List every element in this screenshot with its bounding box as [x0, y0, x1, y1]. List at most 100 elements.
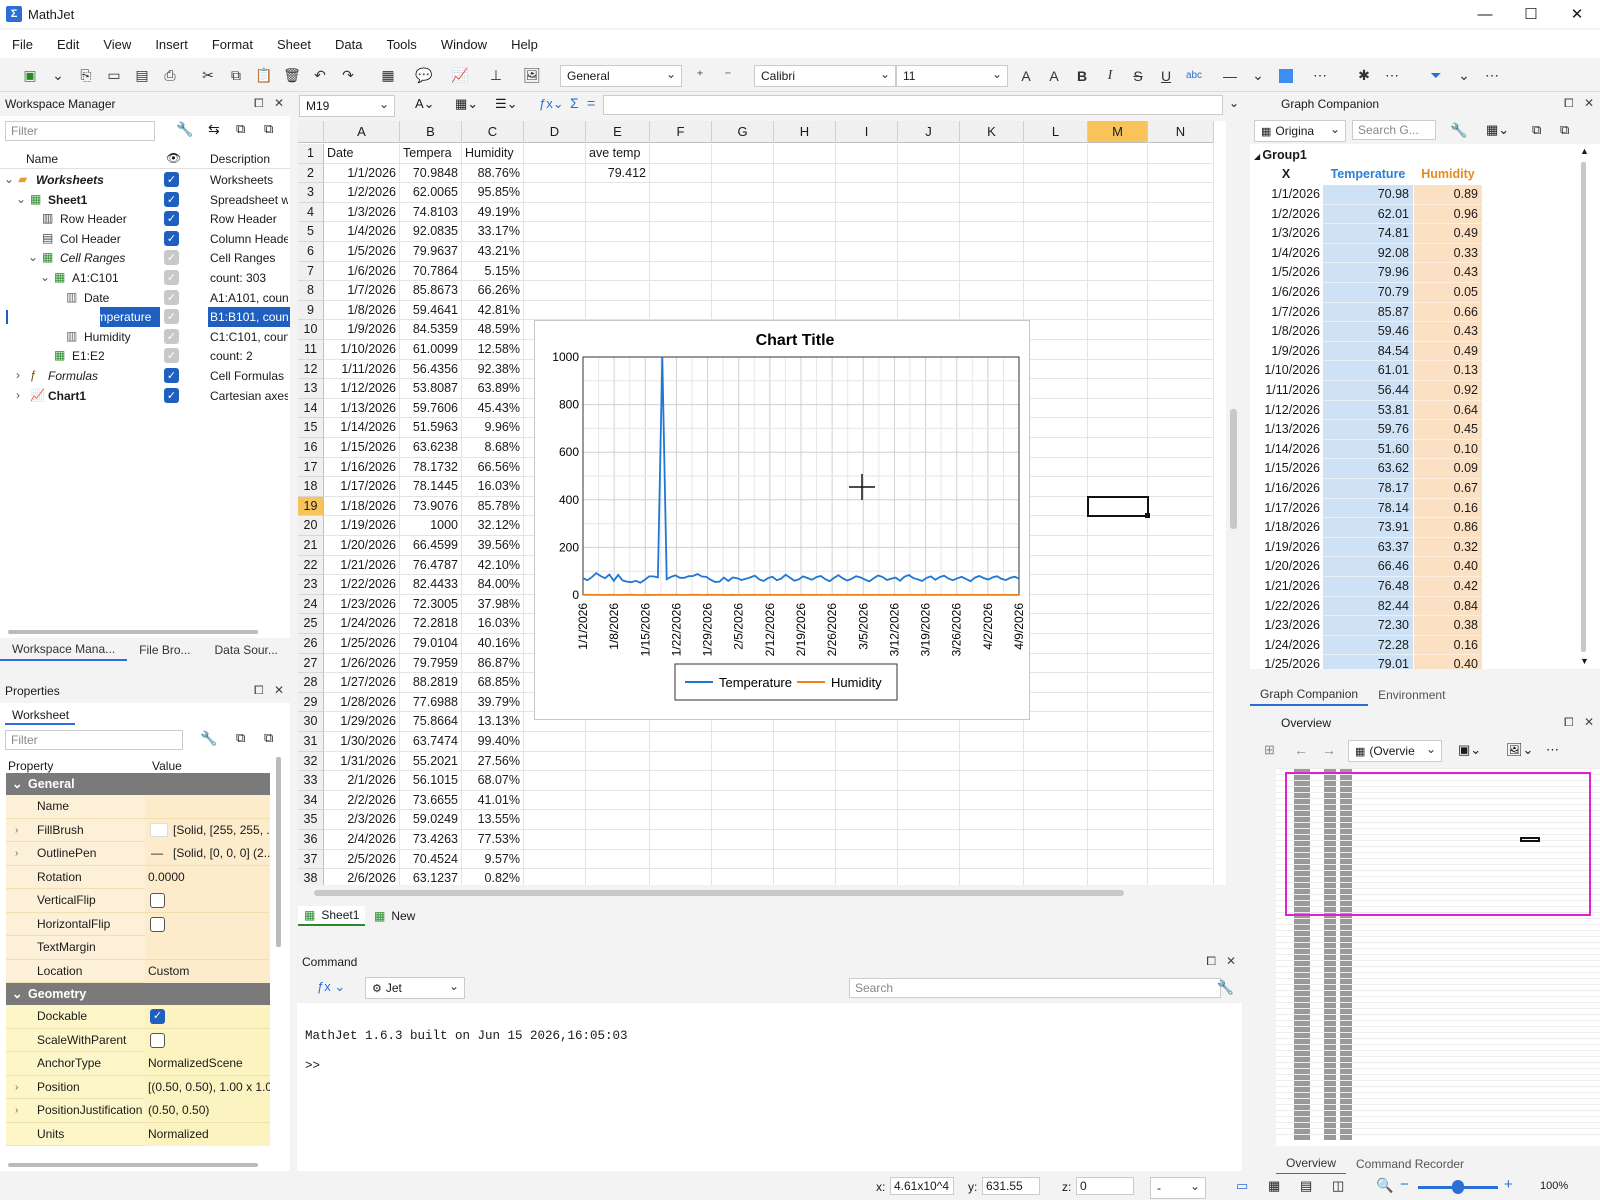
- cell[interactable]: [898, 261, 960, 282]
- cell[interactable]: 62.0065: [400, 183, 462, 203]
- select-all-corner[interactable]: [298, 121, 324, 143]
- cell[interactable]: 1/5/2026: [324, 242, 400, 262]
- row-header[interactable]: 5: [298, 222, 324, 242]
- cell[interactable]: [774, 242, 836, 262]
- cell[interactable]: 12.58%: [462, 340, 524, 360]
- row-header[interactable]: 11: [298, 340, 324, 360]
- collapse-icon[interactable]: ⧉: [236, 121, 245, 137]
- cell[interactable]: [1148, 712, 1214, 732]
- cell[interactable]: [1148, 222, 1214, 242]
- cell[interactable]: [712, 202, 774, 223]
- cell[interactable]: 73.9076: [400, 496, 462, 517]
- gc-humidity-cell[interactable]: 0.45: [1414, 420, 1482, 440]
- font-size-dropdown[interactable]: 11: [896, 64, 1008, 87]
- cell[interactable]: [712, 242, 774, 262]
- cell[interactable]: [1024, 359, 1088, 380]
- gc-tab[interactable]: Graph Companion: [1250, 684, 1369, 706]
- cell[interactable]: [1024, 790, 1088, 811]
- cell[interactable]: [586, 261, 650, 282]
- properties-collapse-icon[interactable]: ⧉: [236, 730, 245, 746]
- cell[interactable]: [712, 732, 774, 752]
- status-plot-icon[interactable]: ◫: [1332, 1178, 1344, 1194]
- property-checkbox[interactable]: [150, 893, 165, 908]
- gc-temperature-cell[interactable]: 59.76: [1323, 420, 1413, 440]
- gc-temperature-cell[interactable]: 85.87: [1323, 302, 1413, 323]
- property-row[interactable]: Dockable ✓: [6, 1005, 270, 1029]
- cell[interactable]: [836, 869, 898, 885]
- cell[interactable]: 33.17%: [462, 222, 524, 242]
- sheet-h-scroll-thumb[interactable]: [314, 890, 1124, 896]
- cell[interactable]: [650, 183, 712, 203]
- cell[interactable]: [774, 869, 836, 885]
- visibility-checkbox[interactable]: ✓: [164, 368, 179, 383]
- cell[interactable]: [960, 144, 1024, 164]
- debug-icon[interactable]: ✱: [1352, 64, 1376, 88]
- cell[interactable]: [1024, 438, 1088, 458]
- row-header[interactable]: 8: [298, 281, 324, 301]
- overview-fit-icon[interactable]: ⊞: [1264, 742, 1275, 758]
- cell[interactable]: [1148, 379, 1214, 399]
- status-table-icon[interactable]: ▤: [1300, 1178, 1312, 1194]
- row-header[interactable]: 34: [298, 790, 324, 811]
- cell[interactable]: [524, 849, 586, 870]
- row-header[interactable]: 1: [298, 144, 324, 164]
- float-overview-icon[interactable]: ⧠: [1564, 715, 1574, 730]
- zoom-in-icon[interactable]: +: [1504, 1176, 1513, 1193]
- gc-x-cell[interactable]: 1/9/2026: [1250, 342, 1322, 362]
- gc-temperature-cell[interactable]: 74.81: [1323, 224, 1413, 244]
- cell[interactable]: [1088, 712, 1148, 732]
- gc-humidity-cell[interactable]: 0.66: [1414, 302, 1482, 323]
- cell[interactable]: [524, 810, 586, 830]
- cell[interactable]: [1148, 849, 1214, 870]
- overview-more-icon[interactable]: ⋯: [1546, 742, 1559, 758]
- spellcheck-icon[interactable]: abc: [1182, 64, 1206, 88]
- fill-color-icon[interactable]: [1274, 64, 1298, 88]
- more-icon[interactable]: ⋯: [1308, 64, 1332, 88]
- cell[interactable]: 1/27/2026: [324, 673, 400, 693]
- cell[interactable]: 85.8673: [400, 281, 462, 301]
- paste-icon[interactable]: 📋: [252, 64, 276, 88]
- gc-humidity-cell[interactable]: 0.10: [1414, 439, 1482, 460]
- cell[interactable]: [650, 751, 712, 772]
- cell[interactable]: 1/14/2026: [324, 418, 400, 438]
- gc-humidity-cell[interactable]: 0.13: [1414, 361, 1482, 381]
- cell[interactable]: [524, 202, 586, 223]
- table-icon[interactable]: ▦: [376, 64, 400, 88]
- cell[interactable]: 1/7/2026: [324, 281, 400, 301]
- cell[interactable]: [836, 261, 898, 282]
- cell[interactable]: 53.8087: [400, 379, 462, 399]
- property-row[interactable]: VerticalFlip: [6, 889, 270, 913]
- cell[interactable]: [1024, 496, 1088, 517]
- float-gc-icon[interactable]: ⧠: [1564, 96, 1574, 111]
- font-color-icon[interactable]: A⌄: [415, 96, 435, 112]
- cell[interactable]: [1088, 830, 1148, 850]
- cell[interactable]: [1088, 261, 1148, 282]
- cell[interactable]: 1/12/2026: [324, 379, 400, 399]
- cell[interactable]: 13.13%: [462, 712, 524, 732]
- cell[interactable]: [898, 869, 960, 885]
- cell[interactable]: [712, 261, 774, 282]
- cell[interactable]: [960, 869, 1024, 885]
- gc-humidity-cell[interactable]: 0.42: [1414, 577, 1482, 597]
- cell[interactable]: [586, 830, 650, 850]
- cell[interactable]: [1148, 751, 1214, 772]
- cell[interactable]: [1088, 477, 1148, 497]
- gc-humidity-cell[interactable]: 0.43: [1414, 322, 1482, 342]
- cell[interactable]: [960, 222, 1024, 242]
- status-combo[interactable]: -: [1150, 1177, 1206, 1199]
- gc-x-cell[interactable]: 1/20/2026: [1250, 557, 1322, 577]
- menu-sheet[interactable]: Sheet: [265, 37, 323, 52]
- status-z-field[interactable]: 0: [1076, 1177, 1134, 1195]
- gc-temperature-cell[interactable]: 78.17: [1323, 479, 1413, 499]
- cell[interactable]: [586, 732, 650, 752]
- more3-icon[interactable]: ⋯: [1480, 64, 1504, 88]
- gc-temperature-cell[interactable]: 53.81: [1323, 400, 1413, 421]
- gc-humidity-cell[interactable]: 0.64: [1414, 400, 1482, 421]
- gc-wrench-icon[interactable]: 🔧: [1450, 122, 1467, 139]
- cell[interactable]: [524, 771, 586, 791]
- cell[interactable]: [650, 144, 712, 164]
- cell[interactable]: [1024, 144, 1088, 164]
- cell[interactable]: [1148, 771, 1214, 791]
- gc-humidity-cell[interactable]: 0.38: [1414, 616, 1482, 636]
- chart-legend[interactable]: Temperature Humidity: [674, 663, 898, 701]
